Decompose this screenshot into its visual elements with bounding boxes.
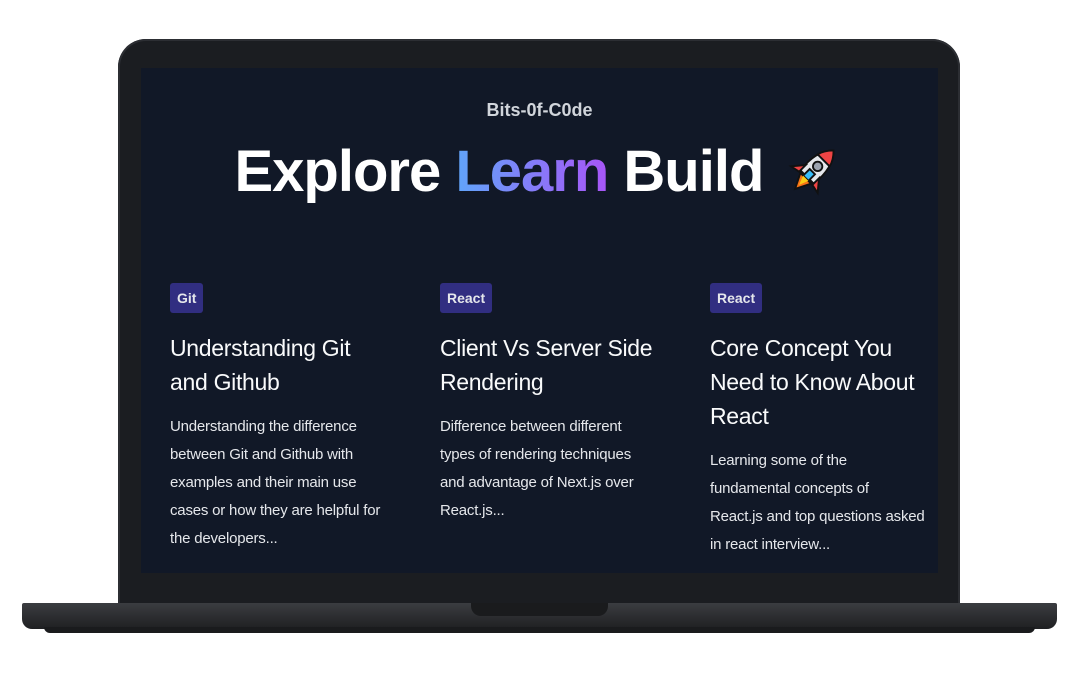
post-description: Learning some of the fundamental concept… (710, 452, 925, 553)
post-card[interactable]: Git Understanding Git and Github Underst… (170, 283, 385, 553)
hero-word-learn: Learn (455, 139, 609, 204)
post-title[interactable]: Understanding Git and Github (170, 331, 385, 399)
hero-word-build: Build (623, 139, 764, 204)
post-description: Difference between different types of re… (440, 418, 634, 519)
hero-heading: Explore Learn Build (141, 138, 938, 205)
post-title[interactable]: Core Concept You Need to Know About Reac… (710, 331, 925, 433)
post-tag[interactable]: React (440, 283, 493, 313)
site-brand[interactable]: Bits-0f-C0de (141, 100, 938, 121)
laptop-notch (471, 603, 608, 616)
rocket-icon (787, 149, 835, 196)
post-tag[interactable]: Git (170, 283, 204, 313)
hero-word-explore: Explore (234, 139, 441, 204)
post-title[interactable]: Client Vs Server Side Rendering (440, 331, 655, 399)
post-card[interactable]: React Core Concept You Need to Know Abou… (710, 283, 925, 559)
post-tag[interactable]: React (710, 283, 763, 313)
post-description: Understanding the difference between Git… (170, 418, 381, 547)
laptop-mockup: Bits-0f-C0de Explore Learn Build Git Und… (0, 0, 1080, 680)
post-card[interactable]: React Client Vs Server Side Rendering Di… (440, 283, 655, 525)
post-cards: Git Understanding Git and Github Underst… (170, 283, 930, 573)
laptop-screen: Bits-0f-C0de Explore Learn Build Git Und… (141, 68, 938, 573)
laptop-base-shadow (44, 627, 1035, 633)
